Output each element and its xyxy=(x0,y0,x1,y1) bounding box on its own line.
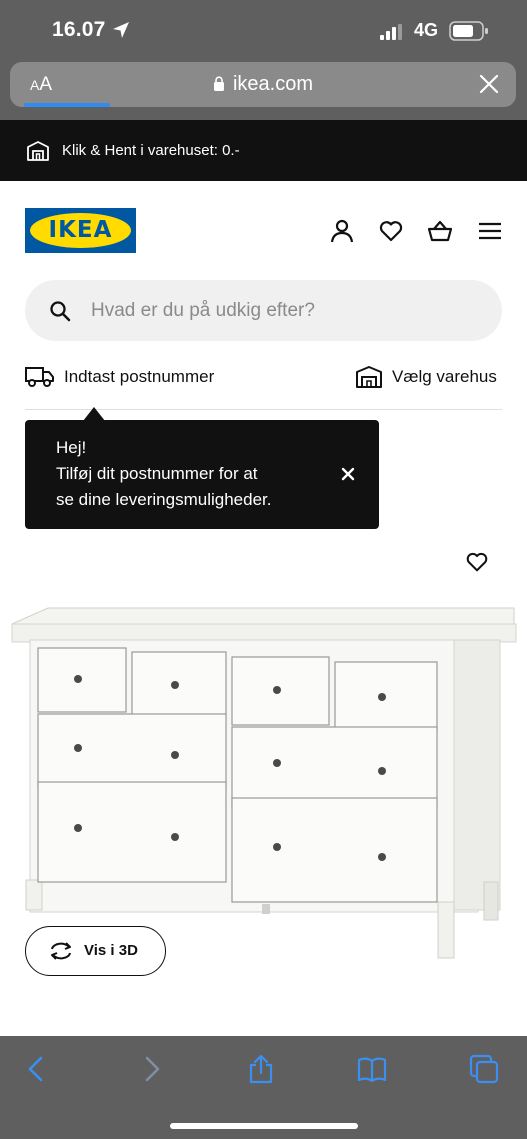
url-text: ikea.com xyxy=(232,73,314,95)
enter-zip-link[interactable]: Indtast postnummer xyxy=(64,367,214,387)
lock-icon xyxy=(213,76,224,91)
tabs-icon[interactable] xyxy=(469,1054,499,1084)
location-arrow-icon xyxy=(113,22,129,38)
view-in-3d-label: Vis i 3D xyxy=(84,942,138,959)
network-type: 4G xyxy=(414,20,439,40)
signal-icon xyxy=(380,24,402,40)
status-bar: 16.07 4G xyxy=(0,0,527,62)
heart-icon[interactable] xyxy=(378,218,404,244)
browser-bar: AA ikea.com xyxy=(0,62,527,120)
status-time: 16.07 xyxy=(52,18,106,41)
view-in-3d-button[interactable]: Vis i 3D xyxy=(25,926,166,976)
store-icon[interactable] xyxy=(356,366,382,388)
tooltip-greeting: Hej! xyxy=(56,438,87,457)
heart-icon[interactable] xyxy=(465,550,489,574)
logo-text: IKEA xyxy=(48,217,113,243)
search-bar[interactable] xyxy=(25,280,502,341)
tooltip-arrow xyxy=(83,407,105,421)
store-icon xyxy=(27,141,49,161)
url-display[interactable]: ikea.com xyxy=(10,73,516,96)
choose-store-link[interactable]: Vælg varehus xyxy=(392,367,497,387)
back-icon[interactable] xyxy=(22,1054,52,1084)
promo-banner[interactable]: Klik & Hent i varehuset: 0.- xyxy=(0,120,527,181)
basket-icon[interactable] xyxy=(427,218,453,244)
address-bar[interactable]: AA ikea.com xyxy=(10,62,516,107)
close-icon[interactable] xyxy=(341,467,355,481)
battery-icon xyxy=(449,21,488,41)
rotate-3d-icon xyxy=(51,942,71,960)
tooltip-text-line-2: se dine leveringsmuligheder. xyxy=(56,490,272,509)
zip-tooltip: Hej! Tilføj dit postnummer for at se din… xyxy=(25,407,379,529)
search-icon xyxy=(50,301,71,322)
close-icon[interactable] xyxy=(478,73,500,95)
search-input[interactable] xyxy=(91,298,471,324)
product-image[interactable] xyxy=(8,602,520,962)
delivery-options-row: Indtast postnummer Vælg varehus xyxy=(25,362,502,410)
browser-toolbar xyxy=(0,1036,527,1139)
bookmarks-icon[interactable] xyxy=(357,1054,387,1084)
menu-icon[interactable] xyxy=(477,218,503,244)
page-load-progress xyxy=(24,103,110,107)
tooltip-text-line-1: Tilføj dit postnummer for at xyxy=(56,464,258,483)
profile-icon[interactable] xyxy=(329,218,355,244)
home-indicator[interactable] xyxy=(170,1123,358,1129)
share-icon[interactable] xyxy=(246,1054,276,1084)
promo-text: Klik & Hent i varehuset: 0.- xyxy=(62,142,240,159)
truck-icon[interactable] xyxy=(25,366,54,388)
ikea-logo[interactable]: IKEA xyxy=(25,208,136,253)
forward-icon[interactable] xyxy=(136,1054,166,1084)
